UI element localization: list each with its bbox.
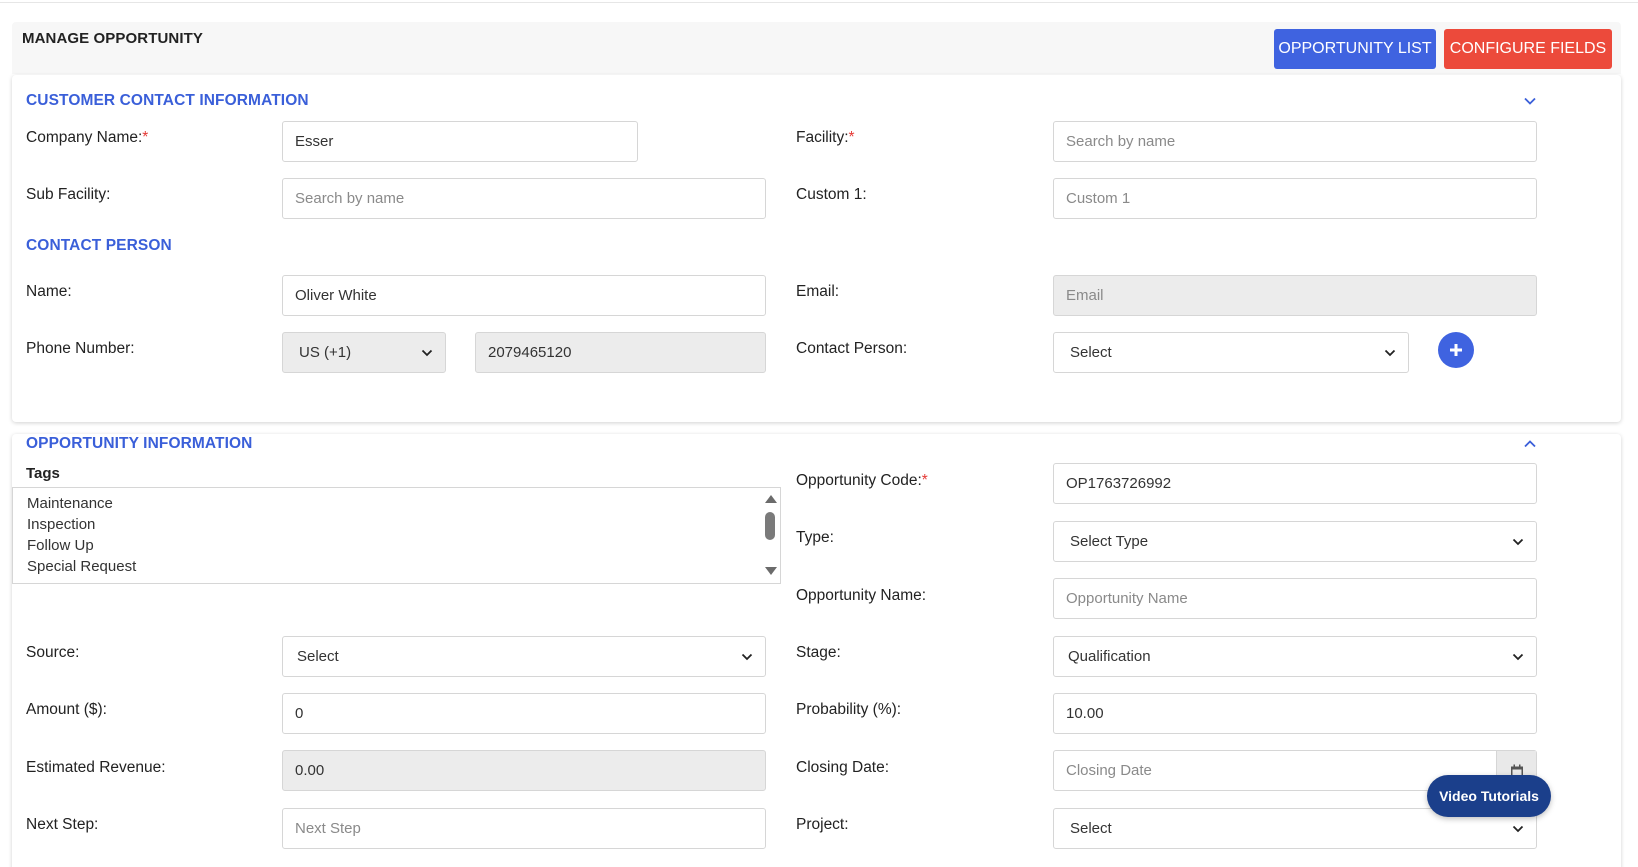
contact-person-section-title: CONTACT PERSON: [26, 237, 172, 254]
type-select[interactable]: Select Type: [1053, 521, 1537, 562]
tag-option[interactable]: Follow Up: [27, 537, 94, 554]
project-label: Project:: [796, 816, 849, 833]
page-header: MANAGE OPPORTUNITY OPPORTUNITY LIST CONF…: [12, 22, 1621, 74]
phone-country-select[interactable]: US (+1): [282, 332, 446, 373]
opportunity-code-label: Opportunity Code:*: [796, 472, 928, 489]
company-name-input[interactable]: Esser: [282, 121, 638, 162]
sub-facility-search-input[interactable]: Search by name: [282, 178, 766, 219]
top-divider: [0, 2, 1638, 3]
chevron-down-icon: [1512, 653, 1524, 660]
probability-label: Probability (%):: [796, 701, 902, 718]
opportunity-info-section-title: OPPORTUNITY INFORMATION: [26, 435, 253, 452]
company-name-label: Company Name:*: [26, 129, 149, 146]
source-select[interactable]: Select: [282, 636, 766, 677]
facility-search-input[interactable]: Search by name: [1053, 121, 1537, 162]
contact-person-label: Contact Person:: [796, 340, 908, 357]
tag-option[interactable]: Special Request: [27, 558, 136, 575]
facility-label: Facility:*: [796, 129, 855, 146]
contact-person-select[interactable]: Select: [1053, 332, 1409, 373]
chevron-up-icon[interactable]: [1523, 437, 1537, 451]
source-label: Source:: [26, 644, 80, 661]
video-tutorials-button[interactable]: Video Tutorials: [1427, 775, 1551, 817]
chevron-down-icon[interactable]: [1523, 94, 1537, 108]
opportunity-name-label: Opportunity Name:: [796, 587, 927, 604]
closing-date-label: Closing Date:: [796, 759, 890, 776]
tag-option[interactable]: Maintenance: [27, 495, 113, 512]
estimated-revenue-input[interactable]: 0.00: [282, 750, 766, 791]
sub-facility-label: Sub Facility:: [26, 186, 111, 203]
chevron-down-icon: [1512, 825, 1524, 832]
tags-listbox[interactable]: Maintenance Inspection Follow Up Special…: [12, 487, 781, 584]
next-step-label: Next Step:: [26, 816, 99, 833]
phone-number-label: Phone Number:: [26, 340, 135, 357]
chevron-down-icon: [741, 653, 753, 660]
chevron-down-icon: [1512, 538, 1524, 545]
phone-number-input[interactable]: 2079465120: [475, 332, 766, 373]
tags-scrollbar[interactable]: [760, 488, 780, 583]
type-label: Type:: [796, 529, 834, 546]
customer-contact-section-title: CUSTOMER CONTACT INFORMATION: [26, 92, 309, 109]
add-contact-button[interactable]: [1438, 332, 1474, 368]
page-title: MANAGE OPPORTUNITY: [22, 30, 203, 47]
custom1-input[interactable]: Custom 1: [1053, 178, 1537, 219]
configure-fields-button[interactable]: CONFIGURE FIELDS: [1444, 29, 1612, 69]
name-input[interactable]: Oliver White: [282, 275, 766, 316]
chevron-down-icon: [421, 349, 433, 356]
email-input[interactable]: Email: [1053, 275, 1537, 316]
next-step-input[interactable]: Next Step: [282, 808, 766, 849]
name-label: Name:: [26, 283, 72, 300]
email-label: Email:: [796, 283, 840, 300]
estimated-revenue-label: Estimated Revenue:: [26, 759, 166, 776]
amount-input[interactable]: 0: [282, 693, 766, 734]
scrollbar-thumb[interactable]: [765, 512, 775, 540]
probability-input[interactable]: 10.00: [1053, 693, 1537, 734]
custom1-label: Custom 1:: [796, 186, 867, 203]
chevron-down-icon: [1384, 349, 1396, 356]
amount-label: Amount ($):: [26, 701, 107, 718]
tag-option[interactable]: Inspection: [27, 516, 95, 533]
opportunity-list-button[interactable]: OPPORTUNITY LIST: [1274, 29, 1436, 69]
scroll-up-arrow-icon[interactable]: [765, 495, 777, 503]
plus-icon: [1450, 344, 1462, 356]
stage-label: Stage:: [796, 644, 841, 661]
scroll-down-arrow-icon[interactable]: [765, 567, 777, 575]
opportunity-code-input[interactable]: OP1763726992: [1053, 463, 1537, 504]
stage-select[interactable]: Qualification: [1053, 636, 1537, 677]
tags-label: Tags: [26, 465, 60, 482]
opportunity-name-input[interactable]: Opportunity Name: [1053, 578, 1537, 619]
